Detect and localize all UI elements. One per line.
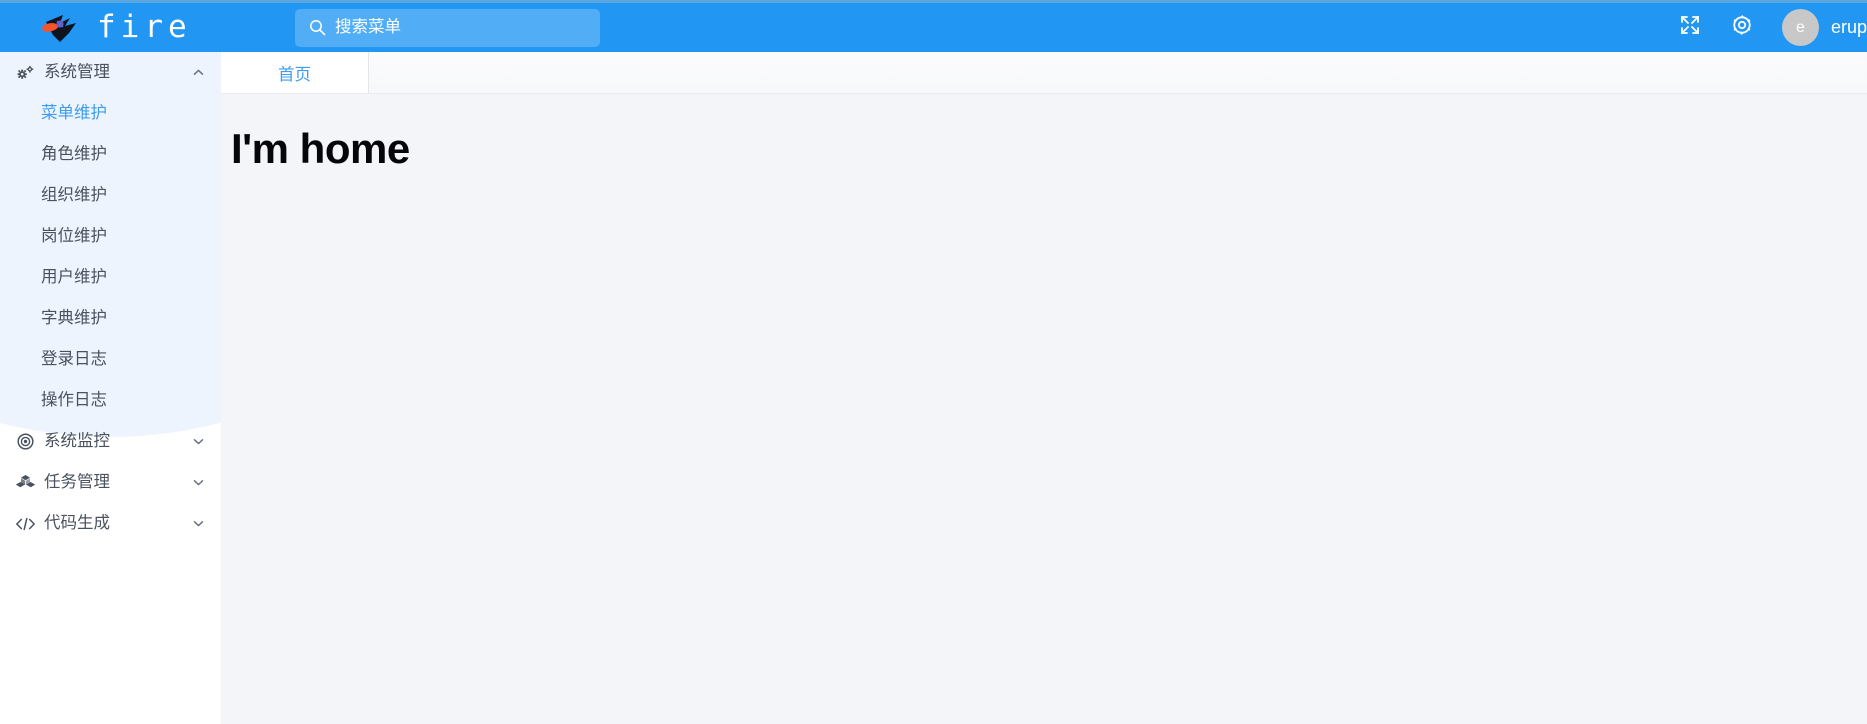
user-menu[interactable]: e erup bbox=[1768, 2, 1867, 54]
sidebar-item-post-maintenance[interactable]: 岗位维护 bbox=[0, 216, 221, 257]
cubes-icon bbox=[14, 473, 36, 493]
sidebar-group-label: 系统监控 bbox=[44, 432, 110, 451]
sidebar-item-operation-log[interactable]: 操作日志 bbox=[0, 380, 221, 421]
sidebar-item-user-maintenance[interactable]: 用户维护 bbox=[0, 257, 221, 298]
sidebar-group-task-management[interactable]: 任务管理 bbox=[0, 462, 221, 503]
search-icon bbox=[309, 19, 326, 36]
sidebar-item-org-maintenance[interactable]: 组织维护 bbox=[0, 175, 221, 216]
search-box[interactable] bbox=[295, 8, 600, 47]
chevron-down-icon bbox=[191, 476, 205, 490]
sidebar-group-system-management[interactable]: 系统管理 bbox=[0, 52, 221, 93]
chevron-down-icon bbox=[191, 435, 205, 449]
chevron-down-icon bbox=[191, 517, 205, 531]
sidebar-group-system-monitor[interactable]: 系统监控 bbox=[0, 421, 221, 462]
sidebar-group-label: 任务管理 bbox=[44, 473, 110, 492]
user-name: erup bbox=[1830, 17, 1867, 37]
sidebar-item-label: 登录日志 bbox=[41, 350, 107, 369]
main-content: I'm home bbox=[221, 94, 1867, 724]
avatar: e bbox=[1781, 9, 1819, 46]
sidebar-item-dict-maintenance[interactable]: 字典维护 bbox=[0, 298, 221, 339]
search-area bbox=[295, 8, 600, 47]
sidebar-item-label: 用户维护 bbox=[41, 268, 107, 287]
fire-bird-logo-icon bbox=[40, 11, 86, 45]
app-root: fire 搜索菜单 e erup 系统管理 菜单维护 角色维护 组织维护 岗位维… bbox=[0, 0, 1867, 724]
sidebar-item-menu-maintenance[interactable]: 菜单维护 bbox=[0, 93, 221, 134]
sidebar: 系统管理 菜单维护 角色维护 组织维护 岗位维护 用户维护 字典维护 登录日志 … bbox=[0, 52, 221, 724]
sidebar-item-role-maintenance[interactable]: 角色维护 bbox=[0, 134, 221, 175]
target-circle-icon bbox=[14, 432, 36, 452]
sidebar-group-code-generation[interactable]: 代码生成 bbox=[0, 503, 221, 544]
search-input[interactable] bbox=[335, 18, 586, 37]
fullscreen-expand-icon bbox=[1679, 14, 1701, 41]
tab-home[interactable]: 首页 bbox=[221, 52, 369, 93]
tab-bar: 首页 bbox=[221, 52, 1867, 94]
gears-icon bbox=[14, 63, 36, 83]
sidebar-item-label: 组织维护 bbox=[41, 186, 107, 205]
sidebar-group-label: 代码生成 bbox=[44, 514, 110, 533]
tab-label: 首页 bbox=[278, 65, 311, 84]
sidebar-item-login-log[interactable]: 登录日志 bbox=[0, 339, 221, 380]
sidebar-menu: 系统管理 菜单维护 角色维护 组织维护 岗位维护 用户维护 字典维护 登录日志 … bbox=[0, 52, 221, 544]
sidebar-submenu-system-management: 菜单维护 角色维护 组织维护 岗位维护 用户维护 字典维护 登录日志 操作日志 bbox=[0, 93, 221, 421]
fullscreen-button[interactable] bbox=[1664, 2, 1716, 54]
sidebar-item-label: 菜单维护 bbox=[41, 104, 107, 123]
page-title: I'm home bbox=[231, 125, 410, 172]
brand-name: fire bbox=[97, 9, 192, 45]
brand-area[interactable]: fire bbox=[0, 3, 262, 52]
top-header: fire 搜索菜单 e erup bbox=[0, 0, 1867, 52]
code-brackets-icon bbox=[14, 514, 36, 534]
sidebar-item-label: 岗位维护 bbox=[41, 227, 107, 246]
sidebar-group-label: 系统管理 bbox=[44, 63, 110, 82]
settings-button[interactable] bbox=[1716, 2, 1768, 54]
sidebar-item-label: 角色维护 bbox=[41, 145, 107, 164]
sidebar-item-label: 字典维护 bbox=[41, 309, 107, 328]
sidebar-item-label: 操作日志 bbox=[41, 391, 107, 410]
gear-icon bbox=[1730, 13, 1754, 42]
chevron-up-icon bbox=[191, 66, 205, 80]
header-actions: e erup bbox=[1664, 3, 1867, 52]
